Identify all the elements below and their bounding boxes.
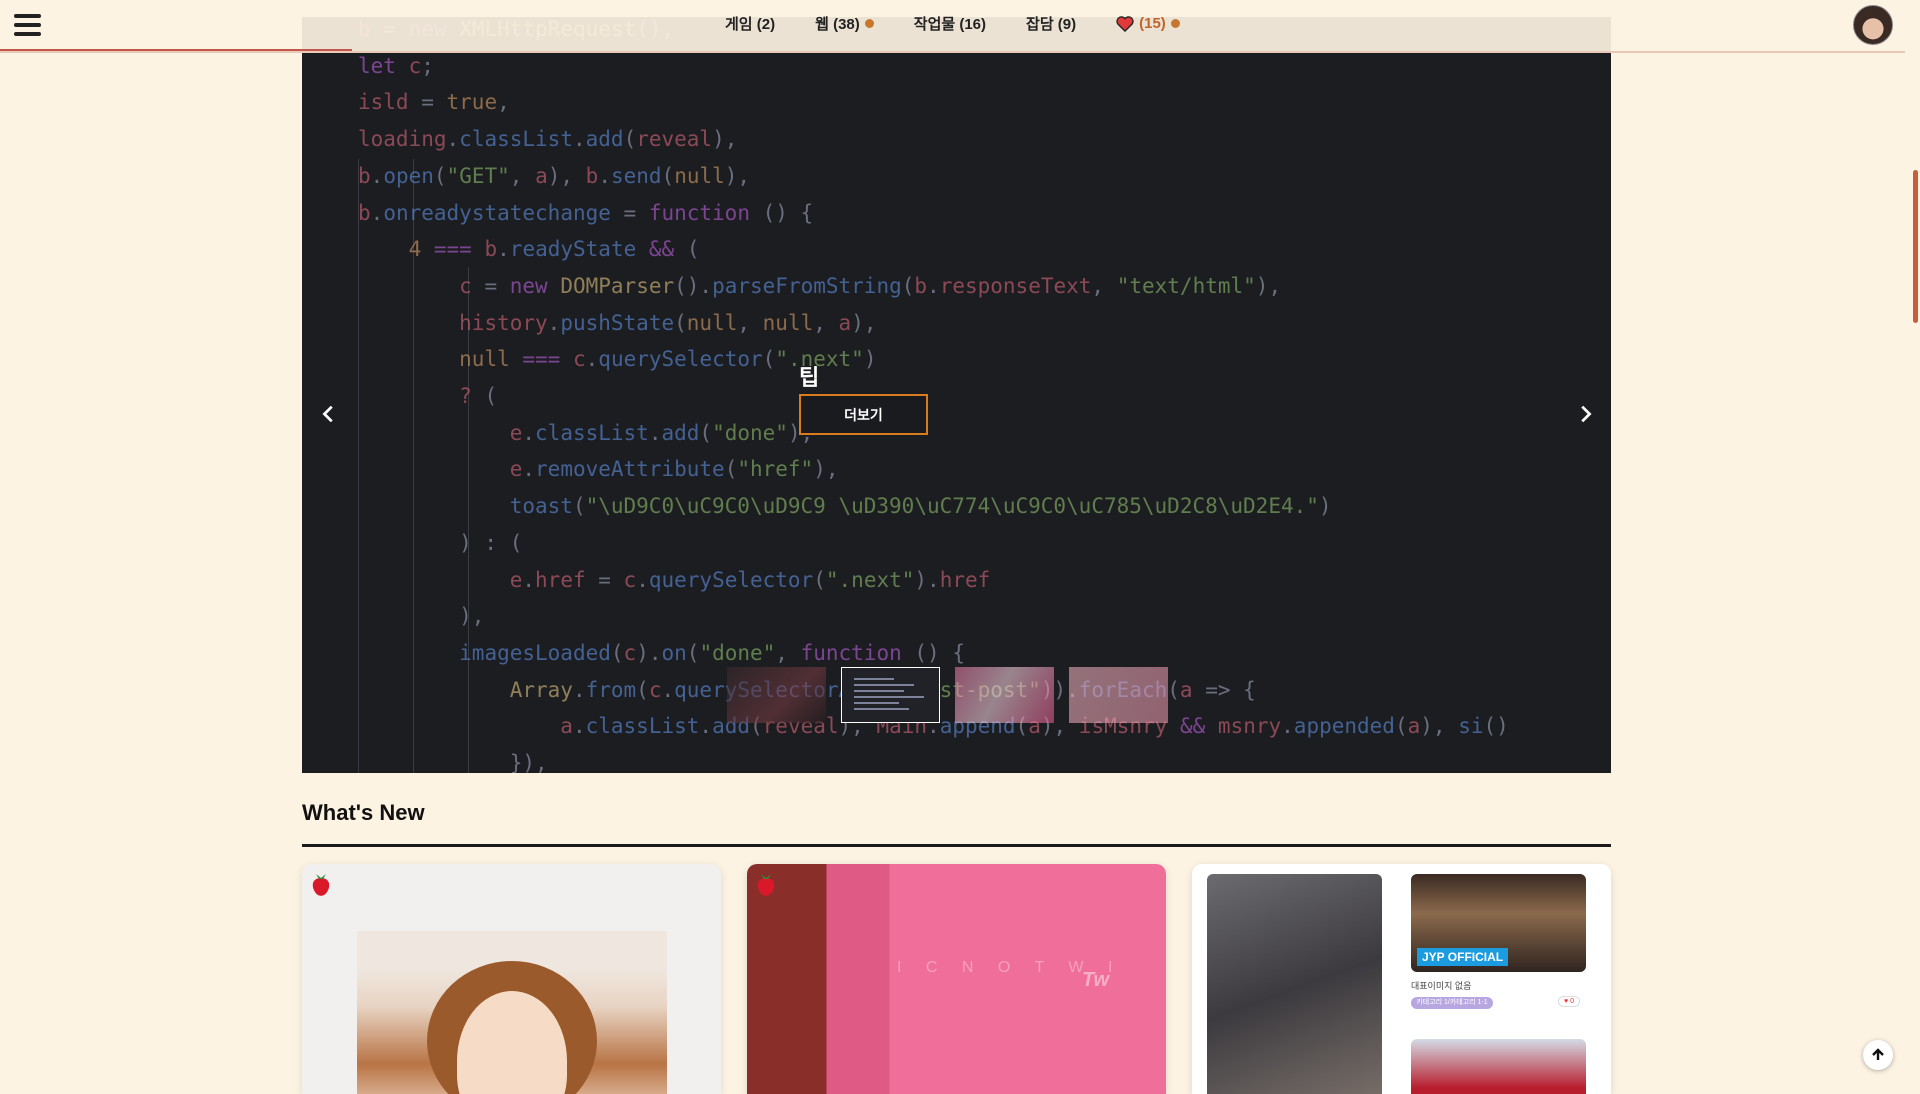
post-thumbnail-image [1207, 874, 1382, 1094]
scrollbar-thumb[interactable] [1913, 170, 1918, 323]
hamburger-menu-icon[interactable] [14, 14, 41, 36]
more-button[interactable]: 더보기 [799, 394, 928, 435]
slide-thumbnail[interactable] [727, 667, 826, 723]
strawberry-icon [757, 874, 775, 896]
chevron-left-icon[interactable] [318, 403, 340, 425]
image-caption: 대표이미지 없음 [1411, 981, 1472, 991]
post-thumbnail-image: JYP OFFICIAL [1411, 874, 1586, 972]
album-logo: Tw [1082, 969, 1110, 991]
post-thumbnail-image [357, 931, 667, 1094]
strawberry-icon [312, 874, 330, 896]
slide-thumbnail[interactable] [1069, 667, 1168, 723]
chevron-right-icon[interactable] [1574, 403, 1596, 425]
post-thumbnail-image [1411, 1039, 1586, 1094]
slide-thumbnail-active[interactable] [841, 667, 940, 723]
new-indicator-dot [1170, 19, 1180, 28]
page-scrollbar[interactable] [1905, 0, 1920, 1080]
nav-item-works[interactable]: 작업물 (16) [914, 13, 986, 34]
hero-slider: b = new XMLHttpRequest(), let c; isld = … [302, 17, 1611, 773]
post-card[interactable] [302, 864, 721, 1094]
avatar[interactable] [1853, 5, 1893, 45]
nav-item-label: 작업물 (16) [913, 16, 987, 33]
post-card[interactable]: JYP OFFICIAL 대표이미지 없음 카테고리 1/카테고리 1-1 ♥ … [1192, 864, 1611, 1094]
nav-item-web[interactable]: 웹 (38) [815, 13, 874, 34]
slide-thumbnail[interactable] [955, 667, 1054, 723]
slide-title: 팁 [799, 365, 820, 390]
section-title: What's New [302, 800, 425, 825]
scroll-to-top-button[interactable] [1863, 1040, 1893, 1070]
nav-item-label: 잡담 (9) [1026, 16, 1077, 33]
nav-item-favorites[interactable]: (15) [1116, 15, 1180, 32]
heart-icon [1116, 15, 1134, 32]
arrow-up-icon [1872, 1048, 1884, 1060]
category-nav: 게임 (2) 웹 (38) 작업물 (16) 잡담 (9) (15) [725, 13, 1220, 34]
top-navigation-bar: 게임 (2) 웹 (38) 작업물 (16) 잡담 (9) (15) [0, 0, 1905, 53]
post-card[interactable]: I C N O T W I Tw [747, 864, 1166, 1094]
nav-item-label: (15) [1139, 15, 1166, 32]
like-count: ♥ 0 [1558, 996, 1580, 1007]
nav-item-chat[interactable]: 잡담 (9) [1026, 13, 1076, 34]
jyp-badge: JYP OFFICIAL [1417, 948, 1509, 966]
nav-item-label: 웹 (38) [815, 16, 860, 33]
slide-background-code: b = new XMLHttpRequest(), let c; isld = … [358, 17, 1509, 773]
category-pill: 카테고리 1/카테고리 1-1 [1411, 997, 1493, 1009]
reading-progress-bar [0, 49, 352, 51]
section-divider [302, 844, 1611, 847]
nav-item-label: 게임 (2) [725, 16, 776, 33]
new-indicator-dot [864, 19, 874, 28]
slide-thumbnails [727, 667, 1168, 723]
nav-item-games[interactable]: 게임 (2) [725, 13, 775, 34]
